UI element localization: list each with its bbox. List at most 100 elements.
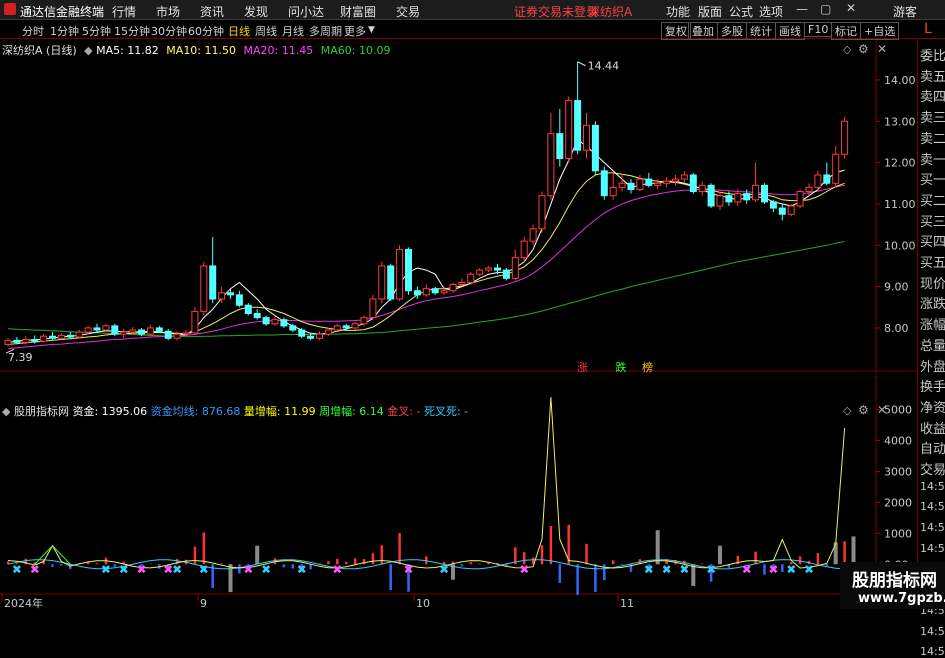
period-5min[interactable]: 5分钟 xyxy=(82,23,111,39)
tool-stats[interactable]: 统计 xyxy=(746,22,776,40)
side-panel-item[interactable]: 涨跌 xyxy=(920,293,945,312)
volume-growth-line xyxy=(7,397,846,569)
candle-up xyxy=(796,191,804,207)
candle-down xyxy=(111,325,119,335)
menu-function[interactable]: 功能 xyxy=(666,3,690,20)
menu-ask[interactable]: 问小达 xyxy=(288,3,324,20)
tool-draw[interactable]: 画线 xyxy=(775,22,805,40)
candle-up xyxy=(636,178,644,190)
period-intraday[interactable]: 分时 xyxy=(22,23,44,39)
menu-wealth[interactable]: 财富圈 xyxy=(340,3,376,20)
candle-up xyxy=(129,329,137,333)
side-panel-item[interactable]: 14:56 xyxy=(920,645,945,658)
signal-rank[interactable]: 榜 xyxy=(642,361,653,374)
menu-trade[interactable]: 交易 xyxy=(396,3,420,20)
side-panel-item[interactable]: 买四 xyxy=(920,231,945,250)
candle-up xyxy=(654,182,662,186)
volume-bar xyxy=(655,530,660,565)
candle-up xyxy=(396,248,404,300)
golden-cross-marker: ✖ xyxy=(243,562,253,576)
side-panel-item[interactable]: 交易 xyxy=(920,459,945,478)
candle-up xyxy=(814,174,822,188)
side-panel-item[interactable]: 净资 xyxy=(920,397,945,416)
side-panel-item[interactable]: 14:56 xyxy=(920,625,945,638)
menu-market[interactable]: 市场 xyxy=(156,3,180,20)
side-panel-item[interactable]: 14:56 xyxy=(920,480,945,493)
side-panel-item[interactable]: 自动 xyxy=(920,438,945,457)
tool-adjust[interactable]: 复权 xyxy=(661,22,691,40)
candle-up xyxy=(476,269,484,275)
period-daily[interactable]: 日线 xyxy=(228,23,250,39)
candle-down xyxy=(307,335,315,339)
side-panel-item[interactable]: 换手 xyxy=(920,376,945,395)
menu-discover[interactable]: 发现 xyxy=(244,3,268,20)
kline-chart[interactable]: 14.00 13.00 12.00 11.00 10.00 9.00 8.00 14.44 7… xyxy=(0,41,917,609)
signal-rise[interactable]: 涨 xyxy=(577,361,588,374)
chevron-down-icon[interactable]: ▼ xyxy=(368,25,375,35)
minimize-icon[interactable]: — xyxy=(796,2,808,16)
side-panel-item[interactable]: 14:56 xyxy=(920,521,945,534)
candle-down xyxy=(600,170,608,197)
side-panel-item[interactable]: 总量 xyxy=(920,335,945,354)
tool-add-favorite[interactable]: +自选 xyxy=(860,22,900,40)
tool-f10[interactable]: F10 xyxy=(804,22,833,37)
death-cross-marker: ✖ xyxy=(172,562,182,576)
candle-up xyxy=(146,327,154,335)
candle-down xyxy=(280,319,288,327)
candle-up xyxy=(787,205,795,215)
candle-down xyxy=(49,335,56,339)
death-cross-marker: ✖ xyxy=(439,562,449,576)
side-panel-item[interactable]: 买一 xyxy=(920,169,945,188)
capital-indicator-chart: ✖✖✖✖✖✖✖✖✖✖✖✖✖✖✖✖✖✖✖✖✖✖✖✖ xyxy=(6,397,867,595)
candle-up xyxy=(173,333,181,339)
side-panel-item[interactable]: 14:56 xyxy=(920,500,945,513)
trade-login-status[interactable]: 证券交易未登录 xyxy=(514,3,598,20)
menu-market-quote[interactable]: 行情 xyxy=(112,3,136,20)
candle-up xyxy=(485,267,493,271)
menu-news[interactable]: 资讯 xyxy=(200,3,224,20)
side-panel-item[interactable]: 买二 xyxy=(920,190,945,209)
restore-icon[interactable]: ▢ xyxy=(820,2,831,16)
price-tick-label: 14.00 xyxy=(884,74,916,87)
side-panel-item[interactable]: 卖四 xyxy=(920,86,945,105)
period-more[interactable]: 更多 xyxy=(344,23,366,39)
candle-up xyxy=(191,310,199,334)
period-30min[interactable]: 30分钟 xyxy=(151,23,187,39)
candle-down xyxy=(413,290,421,296)
volume-bar xyxy=(255,545,260,565)
side-panel-item[interactable]: 现价 xyxy=(920,273,945,292)
sub-indicator-icon[interactable]: ◆ xyxy=(2,405,10,418)
side-panel-item[interactable]: 卖二 xyxy=(920,128,945,147)
side-panel-item[interactable]: 卖三 xyxy=(920,107,945,126)
period-multi[interactable]: 多周期 xyxy=(309,23,342,39)
tool-multi-stock[interactable]: 多股 xyxy=(717,22,747,40)
side-panel-item[interactable]: 买五 xyxy=(920,252,945,271)
side-panel-item[interactable]: 买三 xyxy=(920,211,945,230)
candle-up xyxy=(449,284,457,292)
menu-options[interactable]: 选项 xyxy=(759,3,783,20)
period-monthly[interactable]: 月线 xyxy=(282,23,304,39)
candle-down xyxy=(66,334,74,338)
close-icon[interactable]: ✕ xyxy=(846,1,856,15)
side-panel-item[interactable]: 卖一 xyxy=(920,149,945,168)
moving-average-lines xyxy=(7,139,845,350)
menu-formula[interactable]: 公式 xyxy=(729,3,753,20)
side-panel-item[interactable]: 委比 xyxy=(920,45,945,64)
side-panel-item[interactable]: 外盘 xyxy=(920,356,945,375)
side-panel-item[interactable]: 涨幅 xyxy=(920,314,945,333)
user-label[interactable]: 游客 xyxy=(893,3,917,20)
side-panel-item[interactable]: 收益 xyxy=(920,418,945,437)
signal-fall[interactable]: 跌 xyxy=(616,361,627,374)
side-panel-item[interactable]: 卖五 xyxy=(920,66,945,85)
period-weekly[interactable]: 周线 xyxy=(255,23,277,39)
watermark-title: 股朋指标网 xyxy=(852,571,937,591)
period-15min[interactable]: 15分钟 xyxy=(114,23,150,39)
menu-layout[interactable]: 版面 xyxy=(698,3,722,20)
period-1min[interactable]: 1分钟 xyxy=(50,23,79,39)
side-panel-item[interactable]: 14:56 xyxy=(920,542,945,555)
candle-up xyxy=(351,323,359,329)
candle-down xyxy=(93,327,101,331)
tool-overlay[interactable]: 叠加 xyxy=(688,22,718,40)
tool-mark[interactable]: 标记 xyxy=(831,22,861,40)
period-60min[interactable]: 60分钟 xyxy=(188,23,224,39)
